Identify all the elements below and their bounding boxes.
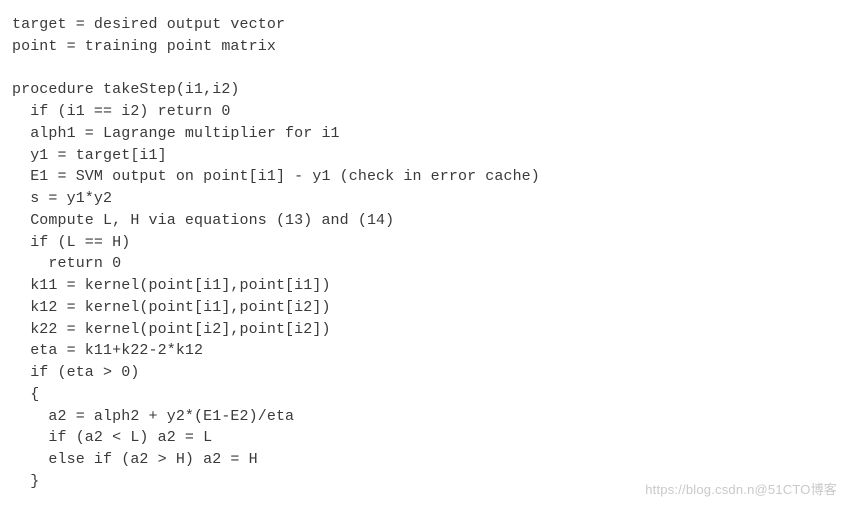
code-line: alph1 = Lagrange multiplier for i1 bbox=[12, 123, 835, 145]
pseudocode-block: target = desired output vectorpoint = tr… bbox=[12, 14, 835, 493]
code-line: eta = k11+k22-2*k12 bbox=[12, 340, 835, 362]
code-line: if (L == H) bbox=[12, 232, 835, 254]
code-line: k11 = kernel(point[i1],point[i1]) bbox=[12, 275, 835, 297]
code-line: k22 = kernel(point[i2],point[i2]) bbox=[12, 319, 835, 341]
code-line: { bbox=[12, 384, 835, 406]
code-line: if (a2 < L) a2 = L bbox=[12, 427, 835, 449]
code-line: } bbox=[12, 471, 835, 493]
code-line: Compute L, H via equations (13) and (14) bbox=[12, 210, 835, 232]
code-line bbox=[12, 58, 835, 80]
code-line: a2 = alph2 + y2*(E1-E2)/eta bbox=[12, 406, 835, 428]
code-line: y1 = target[i1] bbox=[12, 145, 835, 167]
code-line: k12 = kernel(point[i1],point[i2]) bbox=[12, 297, 835, 319]
code-line: target = desired output vector bbox=[12, 14, 835, 36]
code-line: E1 = SVM output on point[i1] - y1 (check… bbox=[12, 166, 835, 188]
code-line: if (i1 == i2) return 0 bbox=[12, 101, 835, 123]
code-line: return 0 bbox=[12, 253, 835, 275]
code-line: else if (a2 > H) a2 = H bbox=[12, 449, 835, 471]
code-line: if (eta > 0) bbox=[12, 362, 835, 384]
code-line: point = training point matrix bbox=[12, 36, 835, 58]
code-line: s = y1*y2 bbox=[12, 188, 835, 210]
code-line: procedure takeStep(i1,i2) bbox=[12, 79, 835, 101]
